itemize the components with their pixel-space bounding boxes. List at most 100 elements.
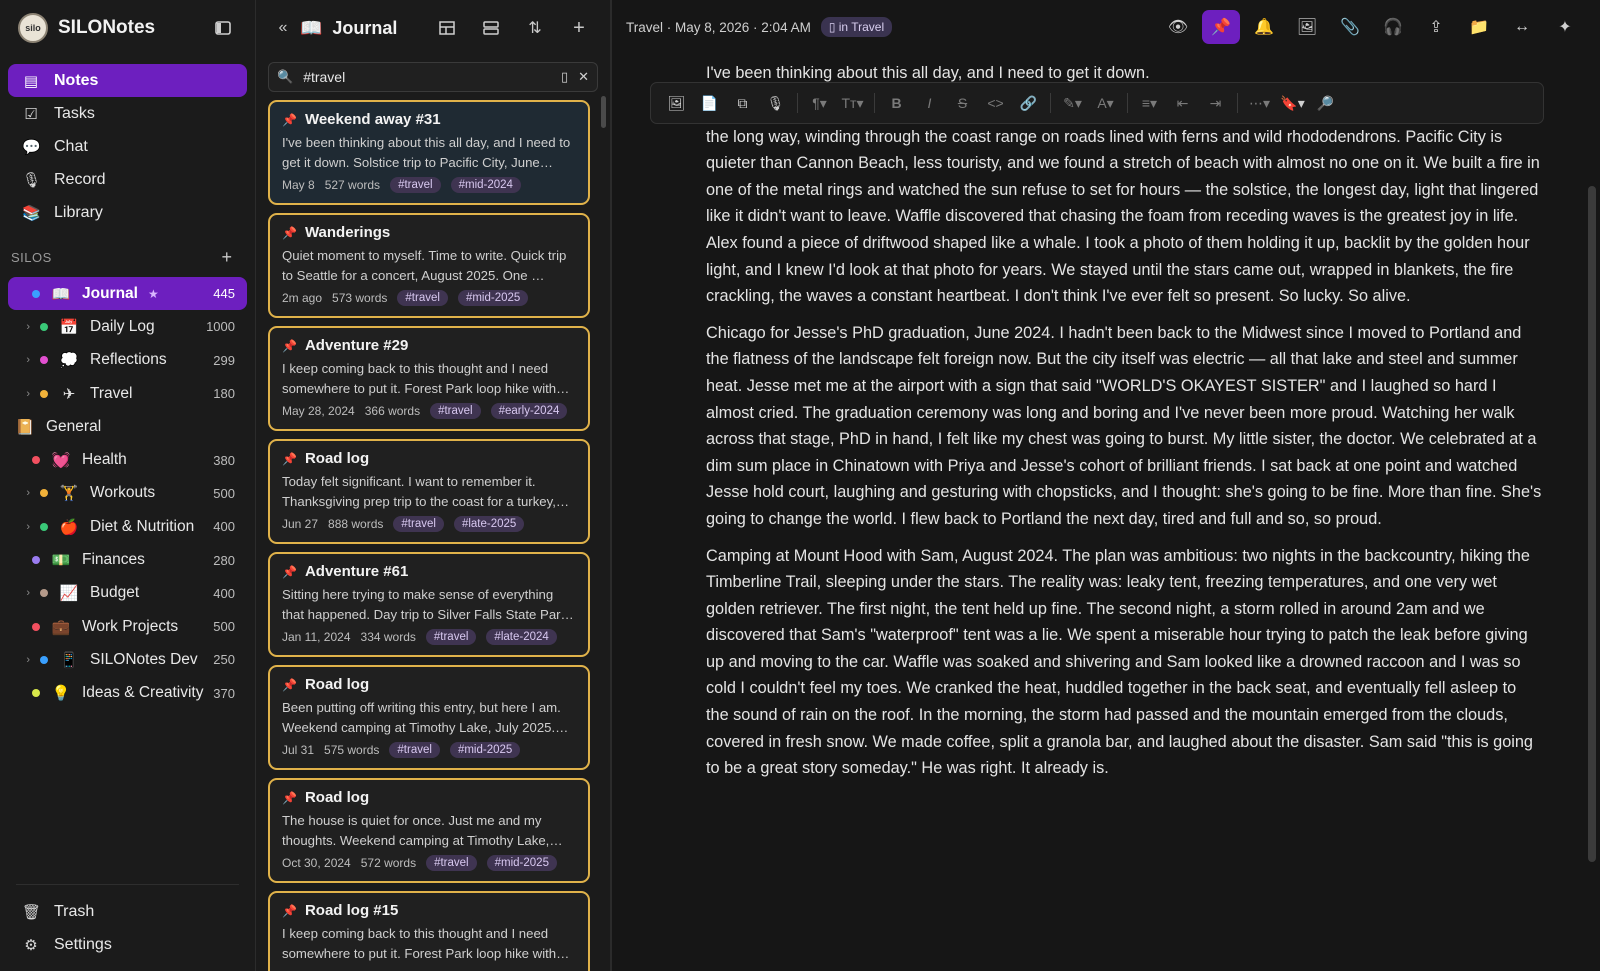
silo-color-dot <box>32 622 40 631</box>
bookmark-icon[interactable]: 🔖▾ <box>1277 88 1308 118</box>
note-card[interactable]: 📌 Wanderings Quiet moment to myself. Time … <box>268 213 590 318</box>
code-icon[interactable]: <> <box>980 88 1011 118</box>
silo-badge[interactable]: ▯ in Travel <box>820 17 893 37</box>
silo-item-health[interactable]: 💓 Health 380 <box>8 443 247 476</box>
paragraph-icon[interactable]: ¶▾ <box>804 88 835 118</box>
clear-search-icon[interactable]: ✕ <box>578 69 589 85</box>
tag-chip[interactable]: #travel <box>430 403 481 419</box>
share-icon[interactable]: ⇪ <box>1417 10 1455 44</box>
outdent-icon[interactable]: ⇤ <box>1167 88 1198 118</box>
silo-item-reflections[interactable]: › 💭 Reflections 299 <box>8 344 247 377</box>
silo-item-silonotes-dev[interactable]: › 📱 SILONotes Dev 250 <box>8 643 247 676</box>
nav-item-record[interactable]: 🎙 Record <box>8 163 247 196</box>
highlight-icon[interactable]: ✎▾ <box>1057 88 1088 118</box>
search-input[interactable]: #travel <box>303 69 551 85</box>
list-scrollbar[interactable] <box>601 96 606 128</box>
chevron-right-icon[interactable]: › <box>16 388 34 400</box>
dictation-icon[interactable]: 🎙 <box>760 88 791 118</box>
nav-item-library[interactable]: 📚 Library <box>8 196 247 229</box>
search-bar[interactable]: 🔍 #travel ▯ ✕ <box>268 62 598 92</box>
preview-eye-icon[interactable]: 👁 <box>1159 10 1197 44</box>
book-filter-icon[interactable]: ▯ <box>561 69 568 85</box>
note-card[interactable]: 📌 Adventure #61 Sitting here trying to mak… <box>268 552 590 657</box>
nav-item-tasks[interactable]: ☑ Tasks <box>8 97 247 130</box>
add-image-icon[interactable]: 🖼 <box>1288 10 1326 44</box>
tag-chip[interactable]: #mid-2025 <box>457 290 529 306</box>
nav-item-label: Chat <box>54 137 88 155</box>
tag-chip[interactable]: #late-2024 <box>486 629 557 645</box>
add-note-icon[interactable]: + <box>560 14 598 42</box>
editor-scrollbar[interactable] <box>1588 62 1596 862</box>
note-card[interactable]: 📌 Road log Been putting off writing this e… <box>268 665 590 770</box>
note-card[interactable]: 📌 Road log The house is quiet for once. Ju… <box>268 778 590 883</box>
silo-item-workouts[interactable]: › 🏋 Workouts 500 <box>8 477 247 510</box>
tag-chip[interactable]: #mid-2025 <box>486 855 557 871</box>
silo-item-travel[interactable]: › ✈ Travel 180 <box>8 377 247 410</box>
text-color-icon[interactable]: A▾ <box>1090 88 1121 118</box>
nav-item-trash[interactable]: 🗑 Trash <box>8 895 247 928</box>
strikethrough-icon[interactable]: S <box>947 88 978 118</box>
text-size-icon[interactable]: Tт▾ <box>837 88 868 118</box>
tag-chip[interactable]: #travel <box>426 855 477 871</box>
scroll-thumb[interactable] <box>1588 186 1596 862</box>
chevron-right-icon[interactable]: › <box>16 654 34 666</box>
note-card[interactable]: 📌 Adventure #29 I keep coming back to this… <box>268 326 590 431</box>
nav-item-settings[interactable]: ⚙ Settings <box>8 928 247 961</box>
grid-view-icon[interactable] <box>428 14 466 42</box>
find-replace-icon[interactable]: 🔎 <box>1310 88 1341 118</box>
sort-icon[interactable]: ⇅ <box>516 14 554 42</box>
tag-chip[interactable]: #early-2024 <box>490 403 568 419</box>
pin-icon: 📌 <box>282 451 297 466</box>
bell-icon[interactable]: 🔔 <box>1245 10 1283 44</box>
ai-sparkle-icon[interactable]: ✦ <box>1546 10 1584 44</box>
silo-item-finances[interactable]: 💵 Finances 280 <box>8 543 247 576</box>
chevron-right-icon[interactable]: › <box>16 321 34 333</box>
more-options-icon[interactable]: ⋯▾ <box>1244 88 1275 118</box>
note-card[interactable]: 📌 Road log Today felt significant. I want … <box>268 439 590 544</box>
note-card[interactable]: 📌 Weekend away #31 I've been thinking abou… <box>268 100 590 205</box>
add-silo-button[interactable]: + <box>217 247 237 267</box>
note-word-count: 366 words <box>364 404 421 418</box>
star-icon[interactable]: ★ <box>148 287 213 301</box>
chevron-right-icon[interactable]: › <box>16 354 34 366</box>
tag-chip[interactable]: #late-2025 <box>453 516 525 532</box>
insert-image-icon[interactable]: 🖼 <box>661 88 692 118</box>
tag-chip[interactable]: #travel <box>393 516 444 532</box>
silo-item-general[interactable]: 📔 General <box>8 410 247 443</box>
toggle-sidebar-icon[interactable] <box>209 14 237 42</box>
silo-item-daily-log[interactable]: › 📅 Daily Log 1000 <box>8 310 247 343</box>
tag-chip[interactable]: #travel <box>390 177 441 193</box>
list-view-icon[interactable] <box>472 14 510 42</box>
tag-chip[interactable]: #mid-2025 <box>449 742 521 758</box>
note-body[interactable]: I've been thinking about this all day, a… <box>706 60 1542 792</box>
tag-chip[interactable]: #travel <box>389 742 440 758</box>
move-folder-icon[interactable]: 📁 <box>1460 10 1498 44</box>
width-toggle-icon[interactable]: ↔ <box>1503 10 1541 44</box>
chevron-right-icon[interactable]: › <box>16 587 34 599</box>
collapse-list-icon[interactable]: « <box>272 14 294 42</box>
tag-chip[interactable]: #travel <box>397 290 448 306</box>
bold-icon[interactable]: B <box>881 88 912 118</box>
link-icon[interactable]: 🔗 <box>1013 88 1044 118</box>
tag-chip[interactable]: #mid-2024 <box>450 177 521 193</box>
indent-icon[interactable]: ⇥ <box>1200 88 1231 118</box>
silo-item-ideas-creativity[interactable]: 💡 Ideas & Creativity 370 <box>8 677 247 710</box>
chevron-right-icon[interactable]: › <box>16 487 34 499</box>
pin-icon[interactable]: 📌 <box>1202 10 1240 44</box>
nav-item-label: Settings <box>54 935 112 953</box>
nav-item-chat[interactable]: 💬 Chat <box>8 130 247 163</box>
silo-item-journal[interactable]: 📖 Journal ★ 445 <box>8 277 247 311</box>
silo-item-budget[interactable]: › 📈 Budget 400 <box>8 577 247 610</box>
note-card[interactable]: 📌 Road log #15 I keep coming back to this … <box>268 891 590 971</box>
silo-item-work-projects[interactable]: 💼 Work Projects 500 <box>8 610 247 643</box>
nav-item-notes[interactable]: ▤ Notes <box>8 64 247 97</box>
align-icon[interactable]: ≡▾ <box>1134 88 1165 118</box>
headphones-icon[interactable]: 🎧 <box>1374 10 1412 44</box>
tag-chip[interactable]: #travel <box>425 629 477 645</box>
insert-block-icon[interactable]: ⧉ <box>727 88 758 118</box>
insert-file-icon[interactable]: 📄 <box>694 88 725 118</box>
italic-icon[interactable]: I <box>914 88 945 118</box>
chevron-right-icon[interactable]: › <box>16 521 34 533</box>
attachment-icon[interactable]: 📎 <box>1331 10 1369 44</box>
silo-item-diet-nutrition[interactable]: › 🍎 Diet & Nutrition 400 <box>8 510 247 543</box>
